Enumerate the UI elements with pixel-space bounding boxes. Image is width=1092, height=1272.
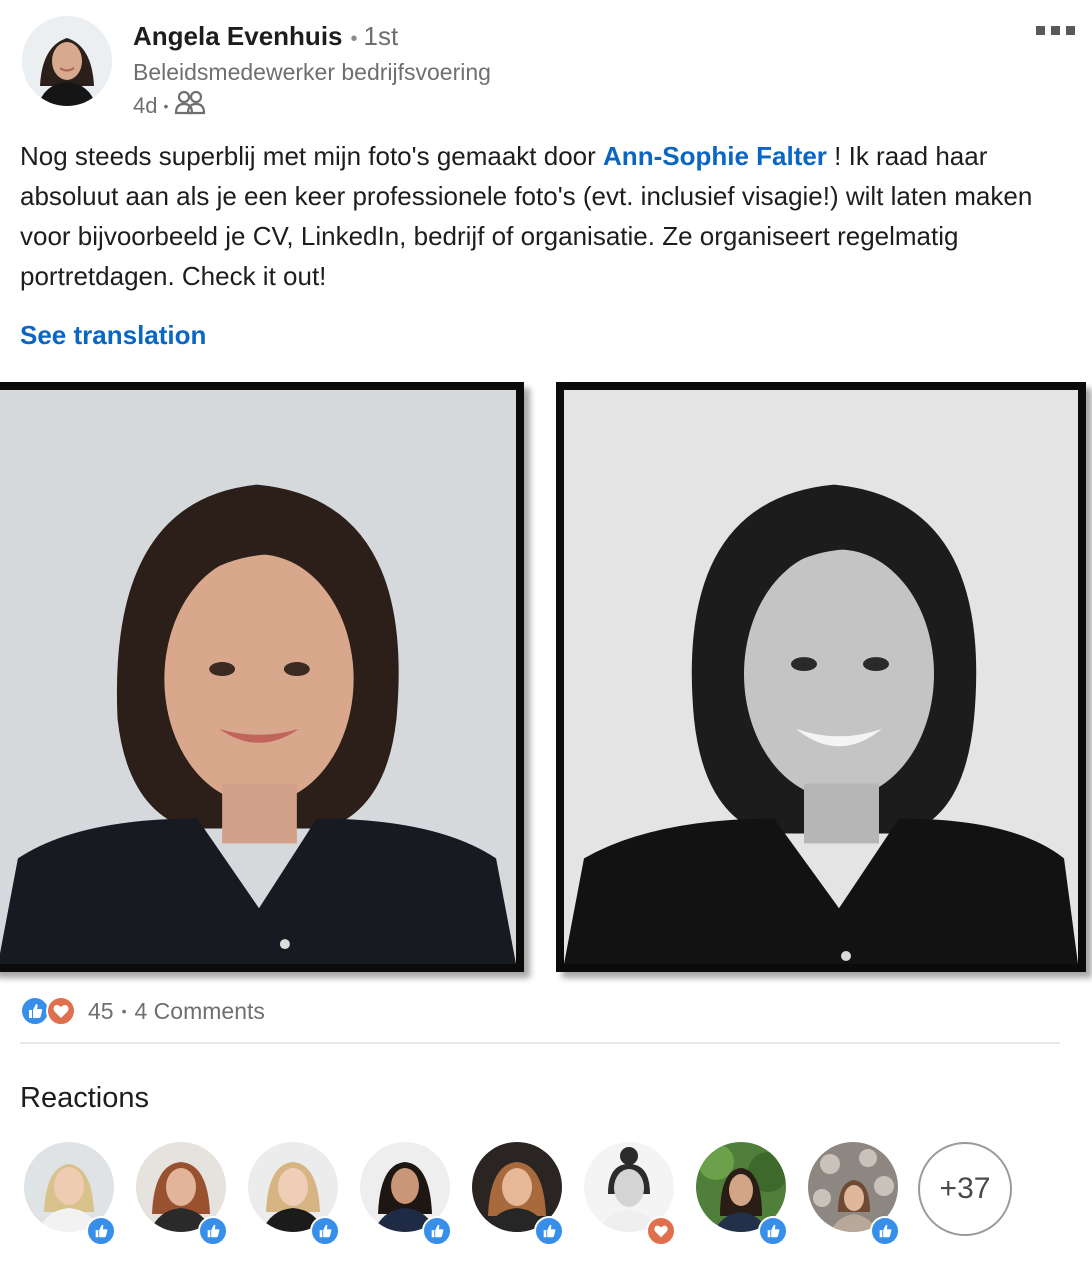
reaction-count[interactable]: 45 [88, 998, 114, 1025]
like-icon [422, 1216, 452, 1246]
love-icon [46, 996, 76, 1026]
love-icon [646, 1216, 676, 1246]
portrait-color-image[interactable] [0, 382, 524, 972]
author-headline: Beleidsmedewerker bedrijfsvoering [133, 59, 491, 85]
author-avatar[interactable] [22, 16, 112, 106]
divider [20, 1042, 1060, 1044]
reactor-list: +37 [24, 1142, 1084, 1252]
like-icon [86, 1216, 116, 1246]
mention-link[interactable]: Ann-Sophie Falter [603, 141, 827, 171]
separator-dot: • [350, 28, 358, 50]
more-options-icon[interactable] [1032, 20, 1078, 44]
like-icon [870, 1216, 900, 1246]
connections-icon [174, 89, 206, 123]
like-icon [310, 1216, 340, 1246]
more-reactors-button[interactable]: +37 [918, 1142, 1012, 1236]
reactions-heading: Reactions [20, 1082, 149, 1114]
separator-dot: • [121, 1003, 127, 1019]
like-icon [534, 1216, 564, 1246]
separator-dot: • [163, 98, 169, 114]
social-counts: 45 • 4 Comments [20, 994, 265, 1028]
like-icon [198, 1216, 228, 1246]
comments-count-link[interactable]: 4 Comments [135, 998, 265, 1025]
like-icon [758, 1216, 788, 1246]
post-body: Nog steeds superblij met mijn foto's gem… [20, 136, 1070, 296]
post-images [0, 382, 1092, 974]
post-time: 4d [133, 93, 158, 118]
post-text-start: Nog steeds superblij met mijn foto's gem… [20, 141, 604, 171]
author-name[interactable]: Angela Evenhuis [133, 20, 343, 52]
connection-degree: 1st [363, 21, 399, 51]
post-header: Angela Evenhuis • 1st Beleidsmedewerker … [22, 16, 1075, 118]
see-translation-link[interactable]: See translation [20, 320, 206, 351]
portrait-bw-image[interactable] [556, 382, 1086, 972]
